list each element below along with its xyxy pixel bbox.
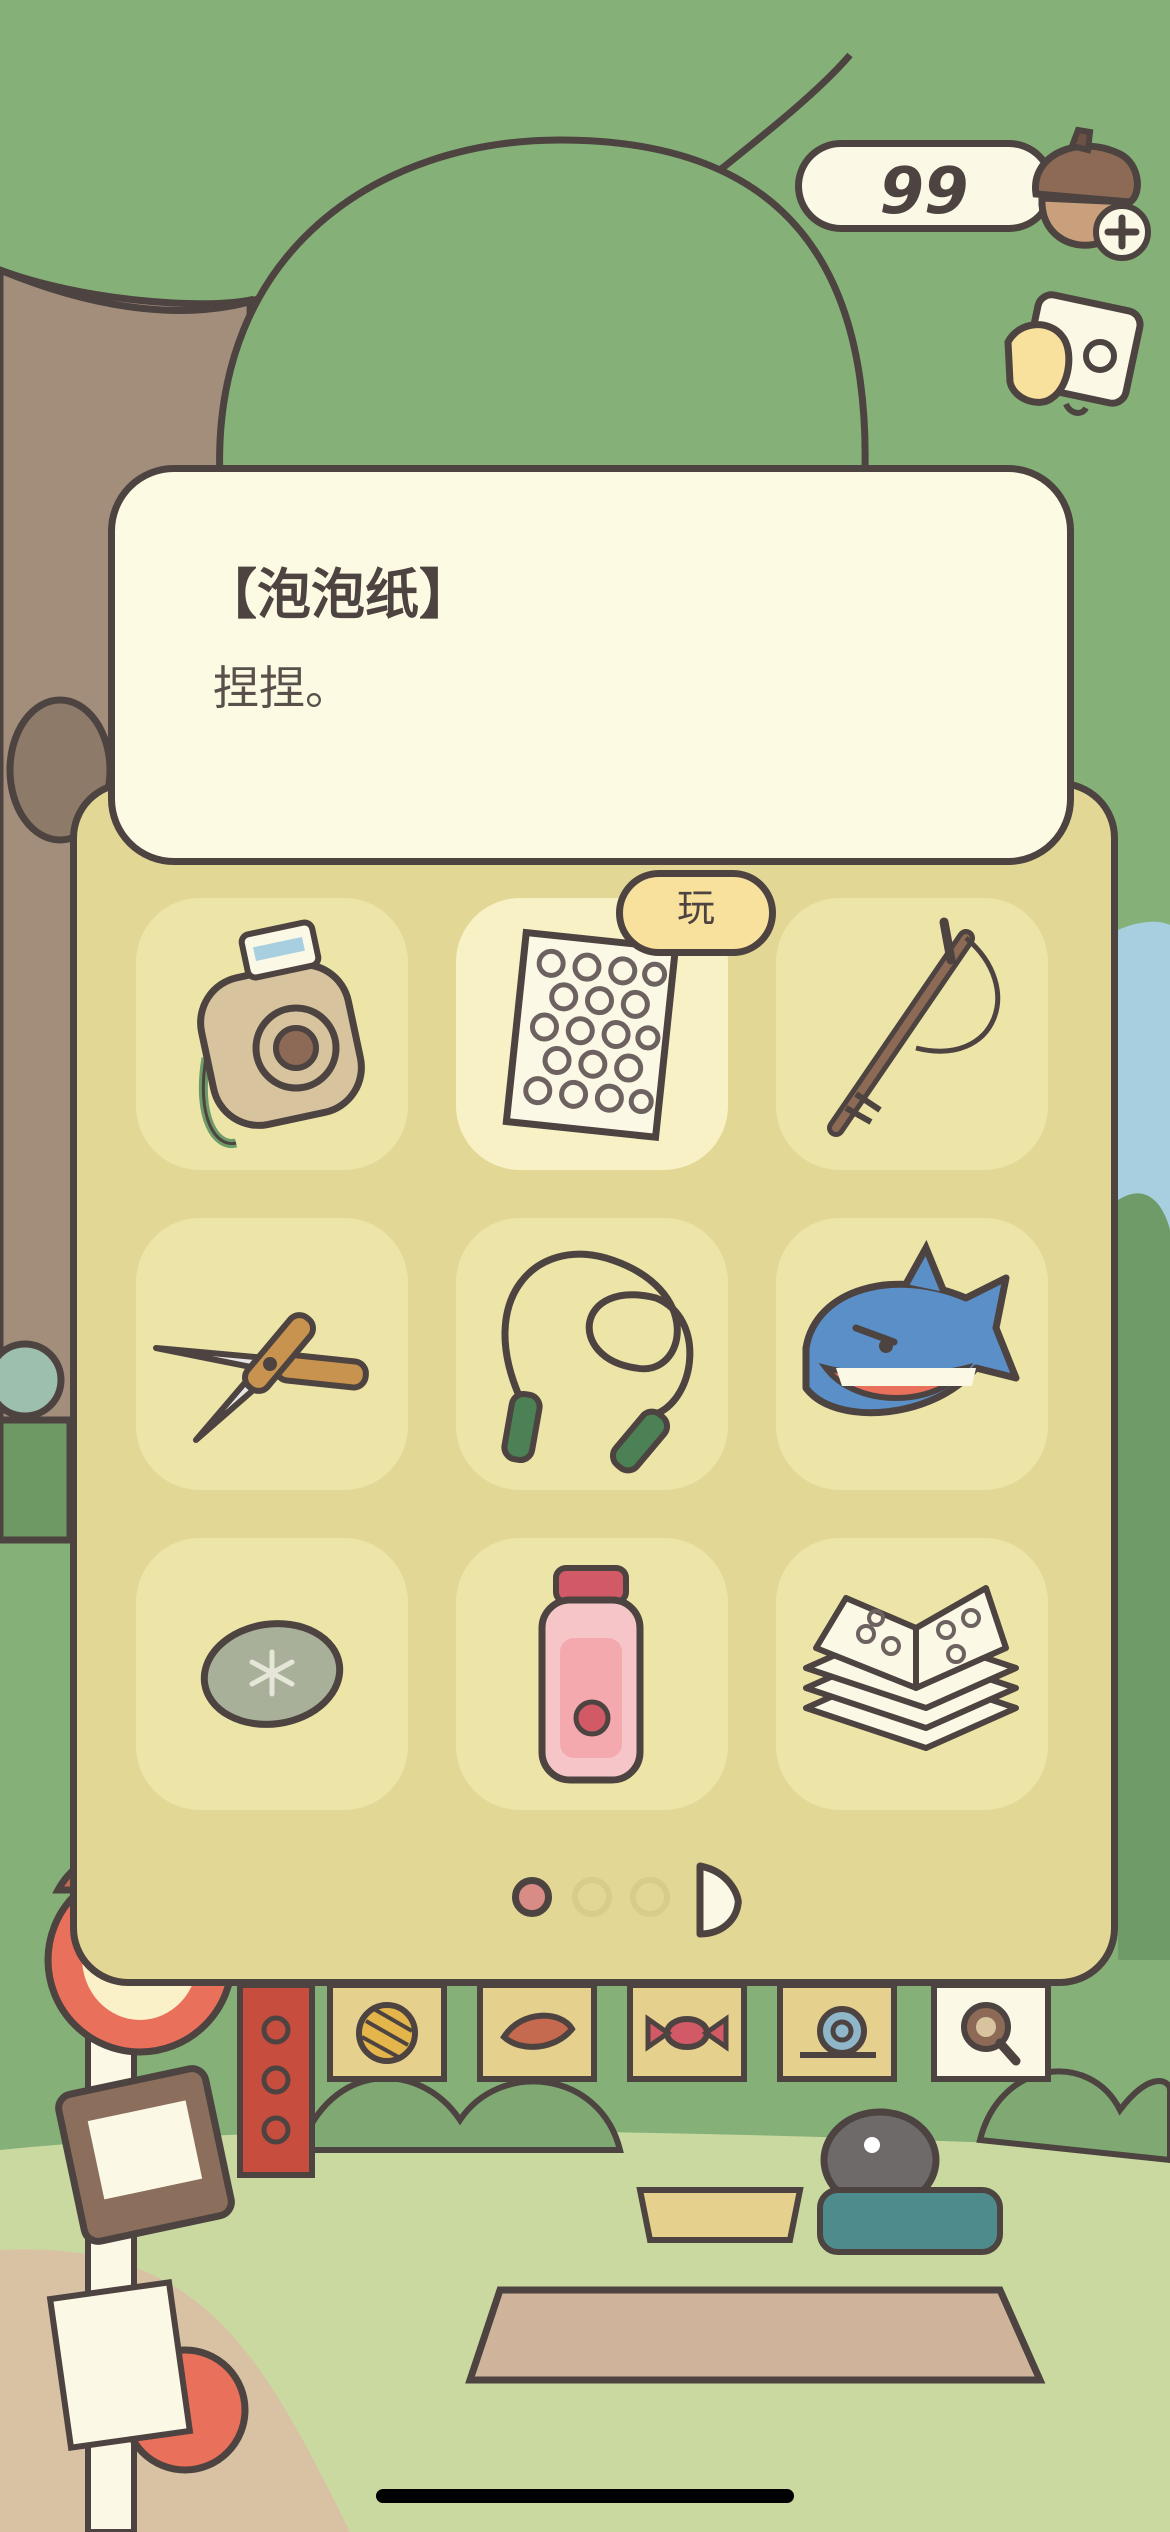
- item-slot-bottle[interactable]: [456, 1538, 728, 1810]
- item-slot-bubble-wrap-stack[interactable]: [776, 1538, 1048, 1810]
- item-slot-camera[interactable]: [136, 898, 408, 1170]
- page-dot-3[interactable]: [630, 1877, 670, 1917]
- candy-icon: [627, 1985, 747, 2082]
- jump-rope-icon: [501, 1250, 694, 1474]
- branch-icon: [827, 917, 1001, 1137]
- acorn-counter: 99: [795, 140, 1055, 232]
- shark-icon: [802, 1239, 1020, 1417]
- snail-icon: [777, 1985, 897, 2082]
- play-button[interactable]: 玩: [616, 870, 776, 956]
- add-acorn-button[interactable]: [1020, 124, 1152, 266]
- tab-candy[interactable]: [626, 1985, 748, 2087]
- item-description: 捏捏。: [213, 661, 351, 715]
- bubble-wrap-stack-icon: [803, 1585, 1019, 1751]
- item-slot-shears[interactable]: [136, 1218, 408, 1490]
- tab-yarn[interactable]: [326, 1985, 448, 2087]
- home-indicator: [376, 2489, 794, 2503]
- tab-snail[interactable]: [776, 1985, 898, 2087]
- item-description-card: 【泡泡纸】 捏捏。: [108, 465, 1074, 865]
- acorn-count: 99: [879, 155, 969, 229]
- item-title: 【泡泡纸】: [203, 563, 473, 626]
- leaf-icon: [477, 1985, 597, 2082]
- acorn-icon: [1032, 126, 1151, 261]
- item-slot-stone[interactable]: [136, 1538, 408, 1810]
- page-dot-2[interactable]: [572, 1877, 612, 1917]
- tab-search[interactable]: [930, 1985, 1052, 2087]
- page-dot-1[interactable]: [512, 1877, 552, 1917]
- item-slot-branch[interactable]: [776, 898, 1048, 1170]
- tab-leaf[interactable]: [476, 1985, 598, 2087]
- letter-icon: [1004, 291, 1144, 416]
- item-slot-jump-rope[interactable]: [456, 1218, 728, 1490]
- stone-icon: [200, 1620, 344, 1728]
- plus-icon: [1093, 203, 1151, 261]
- item-slot-shark[interactable]: [776, 1218, 1048, 1490]
- shears-icon: [153, 1312, 369, 1443]
- magnifier-icon: [931, 1985, 1051, 2082]
- mailbox-button[interactable]: [1000, 290, 1150, 426]
- bottle-icon: [538, 1565, 644, 1784]
- camera-icon: [197, 919, 365, 1148]
- yarn-ball-icon: [327, 1985, 447, 2082]
- next-page-arrow-icon[interactable]: [692, 1860, 742, 1940]
